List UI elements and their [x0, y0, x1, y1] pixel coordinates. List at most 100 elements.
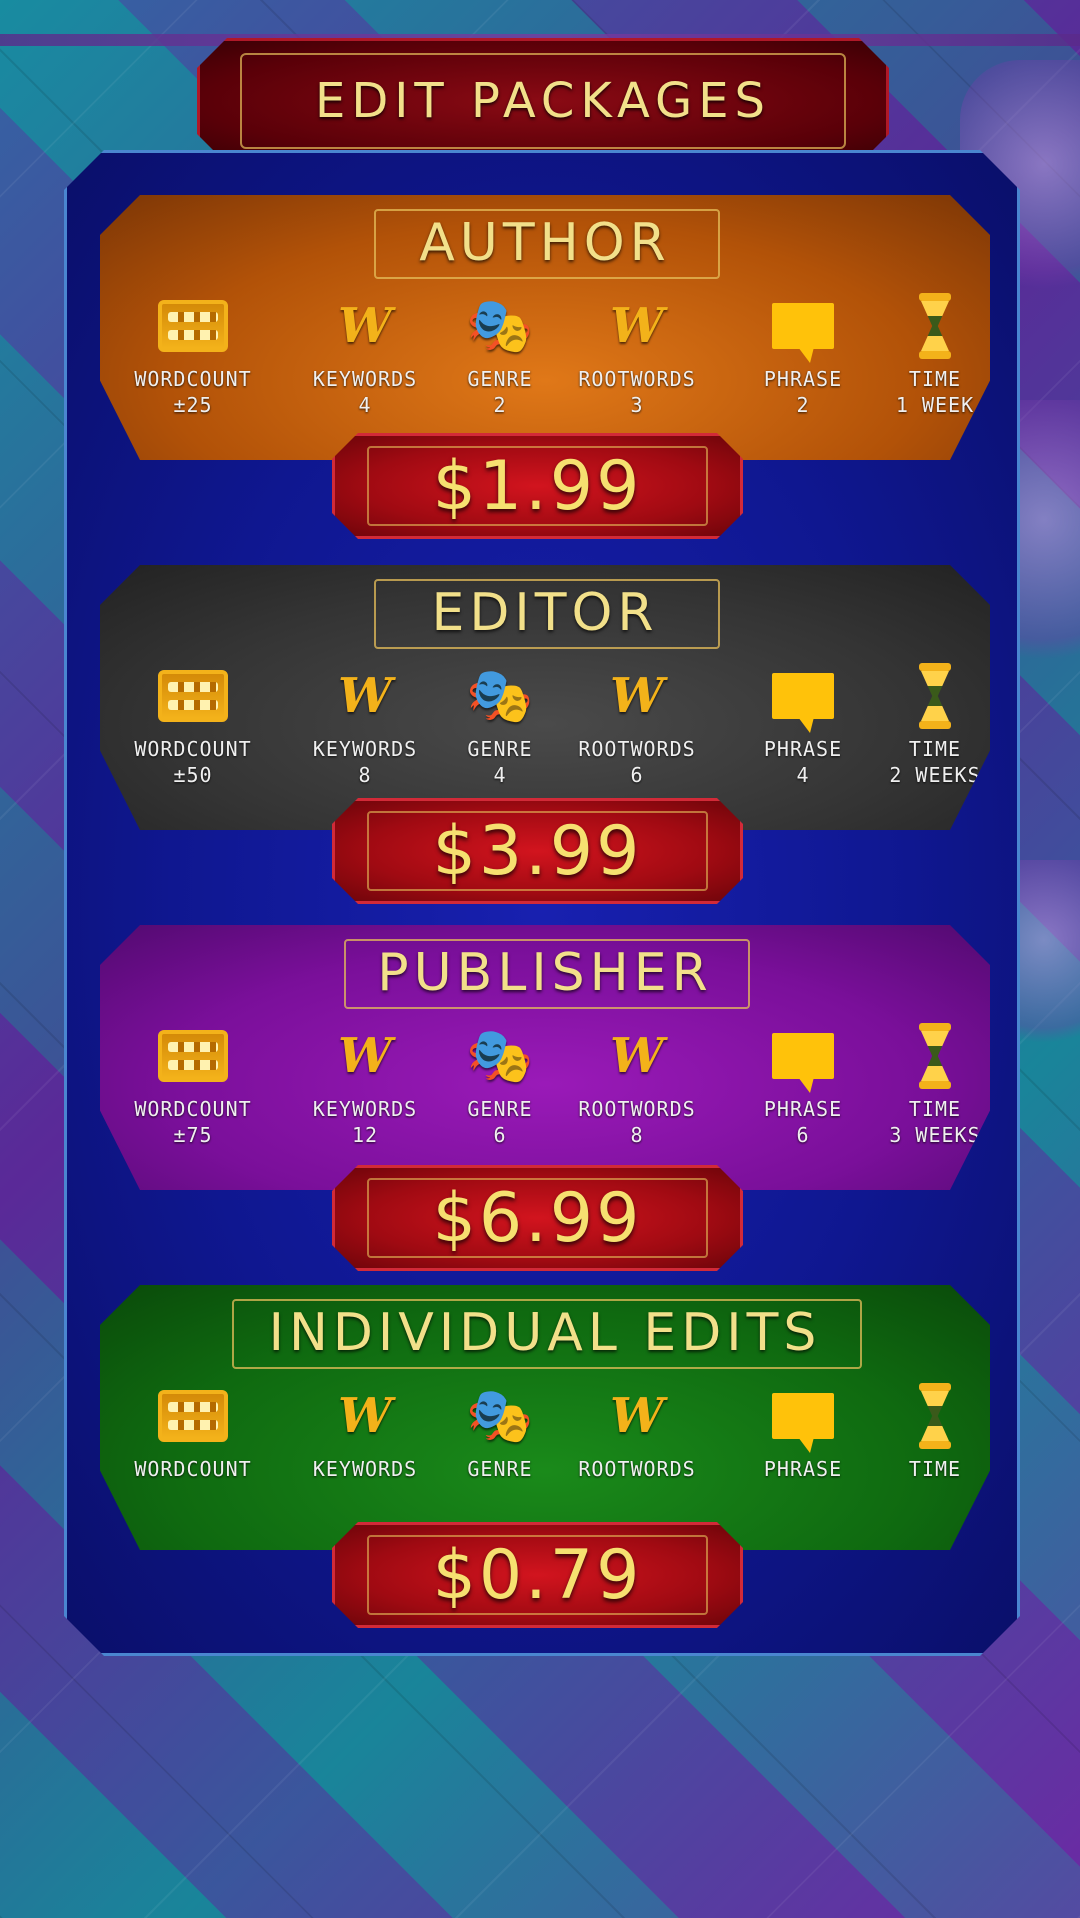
speech-bubble-icon	[772, 1033, 834, 1079]
feature-icon-wrap	[728, 1383, 878, 1449]
package-card-editor[interactable]: EDITOR WORDCOUNT ±50 W KEYWORDS 8 🎭 GENRE 4 W ROOT…	[100, 565, 990, 830]
feature-value: ±50	[173, 763, 213, 787]
hourglass-icon	[915, 1383, 955, 1449]
speech-bubble-icon	[772, 673, 834, 719]
feature-label: KEYWORDS	[312, 1097, 418, 1121]
price-frame	[367, 1535, 708, 1615]
feature-label: KEYWORDS	[312, 1457, 418, 1481]
package-title: INDIVIDUAL EDITS	[268, 1303, 822, 1363]
feature-item: PHRASE 6	[728, 1023, 878, 1147]
feature-icon-wrap: W	[562, 1023, 712, 1089]
theater-masks-icon: 🎭	[466, 294, 534, 357]
theater-masks-icon: 🎭	[466, 664, 534, 727]
keywords-w-key-icon: W	[338, 1028, 392, 1084]
keywords-w-key-icon: W	[338, 1388, 392, 1444]
title-frame-ornament	[240, 53, 846, 149]
feature-icon-wrap	[118, 1383, 268, 1449]
feature-row: WORDCOUNT ±50 W KEYWORDS 8 🎭 GENRE 4 W ROOTWORDS 6…	[100, 663, 990, 813]
feature-item: W KEYWORDS	[290, 1383, 440, 1481]
feature-item: W ROOTWORDS 3	[562, 293, 712, 417]
feature-item: W KEYWORDS 4	[290, 293, 440, 417]
hourglass-icon	[915, 293, 955, 359]
feature-label: ROOTWORDS	[578, 1097, 696, 1121]
price-button-individual-edits[interactable]: $0.79	[332, 1522, 743, 1628]
feature-label: WORDCOUNT	[134, 1457, 252, 1481]
feature-value: 4	[796, 763, 810, 787]
feature-icon-wrap: 🎭	[425, 1023, 575, 1089]
feature-item: W KEYWORDS 12	[290, 1023, 440, 1147]
price-button-editor[interactable]: $3.99	[332, 798, 743, 904]
feature-icon-wrap	[860, 663, 1010, 729]
package-card-author[interactable]: AUTHOR WORDCOUNT ±25 W KEYWORDS 4 🎭 GENRE 2 W ROOT…	[100, 195, 990, 460]
rootwords-w-roots-icon: W	[610, 1028, 664, 1084]
feature-label: GENRE	[467, 367, 533, 391]
feature-item: WORDCOUNT ±25	[118, 293, 268, 417]
feature-icon-wrap: W	[290, 1023, 440, 1089]
package-card-individual-edits[interactable]: INDIVIDUAL EDITS WORDCOUNT W KEYWORDS 🎭 GENRE…	[100, 1285, 990, 1550]
price-frame	[367, 446, 708, 526]
feature-icon-wrap: W	[290, 663, 440, 729]
package-title: PUBLISHER	[377, 943, 713, 1003]
rootwords-w-roots-icon: W	[610, 668, 664, 724]
feature-icon-wrap	[860, 1023, 1010, 1089]
feature-label: ROOTWORDS	[578, 367, 696, 391]
abacus-icon	[158, 300, 228, 352]
feature-item: W ROOTWORDS	[562, 1383, 712, 1481]
theater-masks-icon: 🎭	[466, 1384, 534, 1447]
feature-label: ROOTWORDS	[578, 1457, 696, 1481]
price-frame	[367, 1178, 708, 1258]
hourglass-icon	[915, 663, 955, 729]
feature-label: WORDCOUNT	[134, 1097, 252, 1121]
package-title: AUTHOR	[419, 213, 671, 273]
feature-icon-wrap	[860, 1383, 1010, 1449]
feature-value: ±25	[173, 393, 213, 417]
feature-label: GENRE	[467, 1097, 533, 1121]
theater-masks-icon: 🎭	[466, 1024, 534, 1087]
feature-icon-wrap	[118, 1023, 268, 1089]
keywords-w-key-icon: W	[338, 298, 392, 354]
feature-value: ±75	[173, 1123, 213, 1147]
feature-item: 🎭 GENRE 2	[425, 293, 575, 417]
feature-item: TIME	[860, 1383, 1010, 1481]
feature-item: PHRASE	[728, 1383, 878, 1481]
feature-value: 12	[351, 1123, 379, 1147]
feature-icon-wrap: W	[562, 663, 712, 729]
price-button-publisher[interactable]: $6.99	[332, 1165, 743, 1271]
feature-value: 6	[796, 1123, 810, 1147]
feature-value: 2	[796, 393, 810, 417]
feature-item: W KEYWORDS 8	[290, 663, 440, 787]
price-frame	[367, 811, 708, 891]
abacus-icon	[158, 670, 228, 722]
feature-item: WORDCOUNT	[118, 1383, 268, 1481]
feature-icon-wrap	[728, 663, 878, 729]
hourglass-icon	[915, 1023, 955, 1089]
feature-item: PHRASE 2	[728, 293, 878, 417]
feature-item: 🎭 GENRE	[425, 1383, 575, 1481]
feature-icon-wrap	[728, 293, 878, 359]
abacus-icon	[158, 1390, 228, 1442]
feature-label: KEYWORDS	[312, 737, 418, 761]
feature-icon-wrap: W	[562, 293, 712, 359]
feature-label: GENRE	[467, 1457, 533, 1481]
feature-item: WORDCOUNT ±75	[118, 1023, 268, 1147]
feature-value: 8	[358, 763, 372, 787]
price-button-author[interactable]: $1.99	[332, 433, 743, 539]
feature-value: 4	[358, 393, 372, 417]
abacus-icon	[158, 1030, 228, 1082]
feature-label: WORDCOUNT	[134, 737, 252, 761]
feature-value: 4	[493, 763, 507, 787]
feature-row: WORDCOUNT ±75 W KEYWORDS 12 🎭 GENRE 6 W ROOTWORDS…	[100, 1023, 990, 1173]
feature-label: GENRE	[467, 737, 533, 761]
feature-label: PHRASE	[763, 737, 843, 761]
feature-label: PHRASE	[763, 1097, 843, 1121]
feature-icon-wrap: 🎭	[425, 663, 575, 729]
speech-bubble-icon	[772, 1393, 834, 1439]
page-title-banner: EDIT PACKAGES	[197, 38, 889, 164]
feature-label: KEYWORDS	[312, 367, 418, 391]
feature-label: PHRASE	[763, 1457, 843, 1481]
feature-row: WORDCOUNT W KEYWORDS 🎭 GENRE W ROOTWORDS PHRASE…	[100, 1383, 990, 1533]
feature-item: PHRASE 4	[728, 663, 878, 787]
feature-icon-wrap: W	[290, 1383, 440, 1449]
feature-label: ROOTWORDS	[578, 737, 696, 761]
package-card-publisher[interactable]: PUBLISHER WORDCOUNT ±75 W KEYWORDS 12 🎭 GENRE 6 W…	[100, 925, 990, 1190]
